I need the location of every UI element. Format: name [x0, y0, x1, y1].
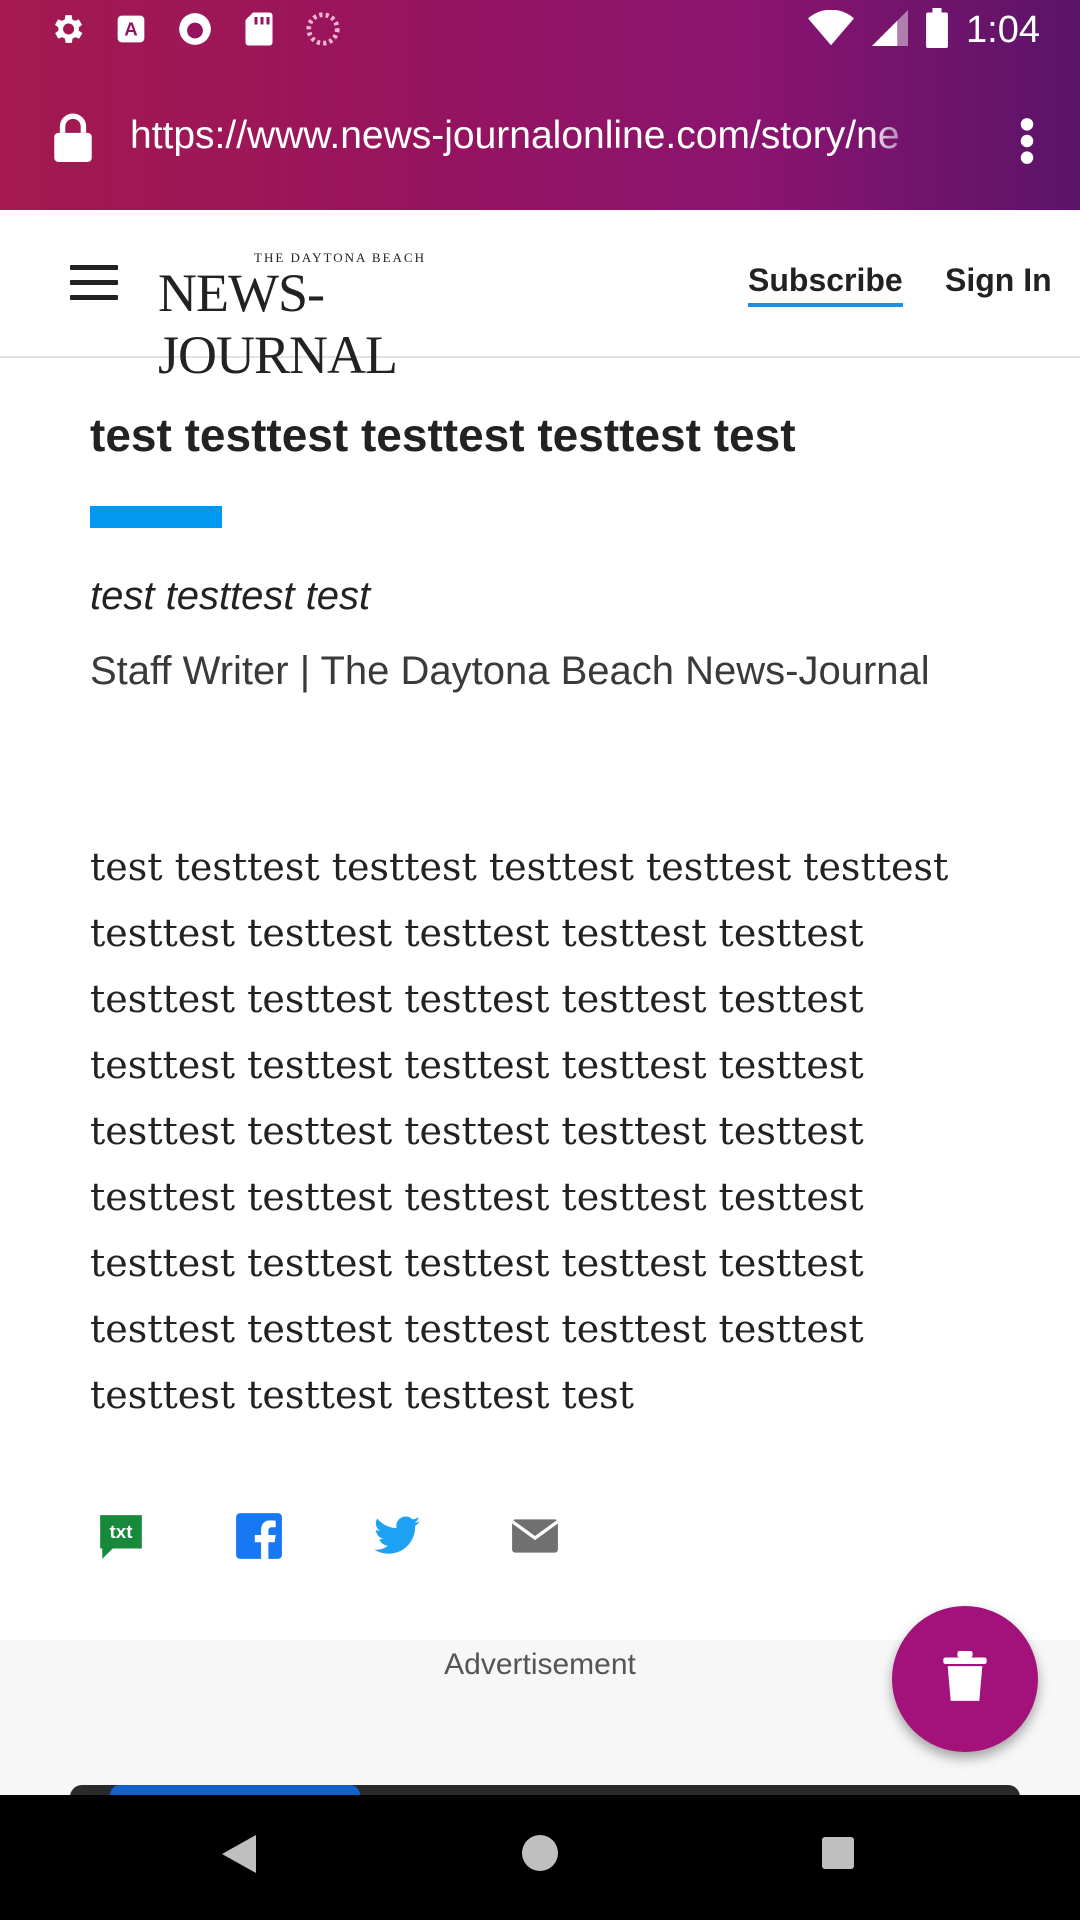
wifi-icon [808, 9, 855, 51]
url-bar[interactable]: https://www.news-journalonline.com/story… [0, 80, 1080, 200]
sd-card-icon [240, 10, 278, 48]
share-bar: txt [96, 1510, 560, 1562]
back-icon[interactable] [222, 1835, 256, 1878]
font-app-icon: A [112, 10, 150, 48]
txt-share-icon[interactable]: txt [96, 1511, 146, 1561]
status-bar: A 1:04 [0, 0, 1080, 64]
battery-icon [926, 8, 948, 53]
site-header: THE DAYTONA BEACH NEWS-JOURNAL Subscribe… [0, 210, 1080, 385]
subscribe-link[interactable]: Subscribe [748, 262, 903, 307]
headline-accent-bar [90, 506, 222, 528]
recent-apps-icon[interactable] [822, 1837, 854, 1869]
hamburger-menu-icon[interactable] [70, 265, 118, 301]
twitter-icon[interactable] [372, 1511, 422, 1561]
lock-icon[interactable] [52, 112, 94, 162]
overflow-menu-icon[interactable] [1012, 116, 1042, 166]
loading-icon [304, 10, 342, 48]
signal-icon [872, 10, 909, 51]
logo-wordmark: NEWS-JOURNAL [158, 263, 398, 385]
sign-in-link[interactable]: Sign In [945, 262, 1052, 299]
delete-fab-button[interactable] [892, 1606, 1038, 1752]
firefox-icon [176, 10, 214, 48]
article-body: test testtest testtest testtest testtest… [90, 845, 949, 1417]
txt-share-label: txt [110, 1521, 134, 1542]
browser-chrome: A 1:04 https://www.news-journalonline.co… [0, 0, 1080, 210]
system-nav-bar [0, 1795, 1080, 1920]
home-icon[interactable] [522, 1835, 558, 1871]
email-icon[interactable] [510, 1511, 560, 1561]
article-headline: test testtest testtest testtest test [90, 409, 796, 461]
url-text[interactable]: https://www.news-journalonline.com/story… [130, 114, 930, 158]
trash-icon [943, 1650, 987, 1708]
status-clock: 1:04 [966, 9, 1040, 51]
svg-text:A: A [124, 19, 137, 40]
settings-icon [48, 10, 86, 48]
article-deck: test testtest test [90, 574, 371, 618]
site-logo[interactable]: THE DAYTONA BEACH NEWS-JOURNAL [158, 250, 530, 385]
facebook-icon[interactable] [234, 1511, 284, 1561]
article-byline: Staff Writer | The Daytona Beach News-Jo… [90, 649, 930, 693]
